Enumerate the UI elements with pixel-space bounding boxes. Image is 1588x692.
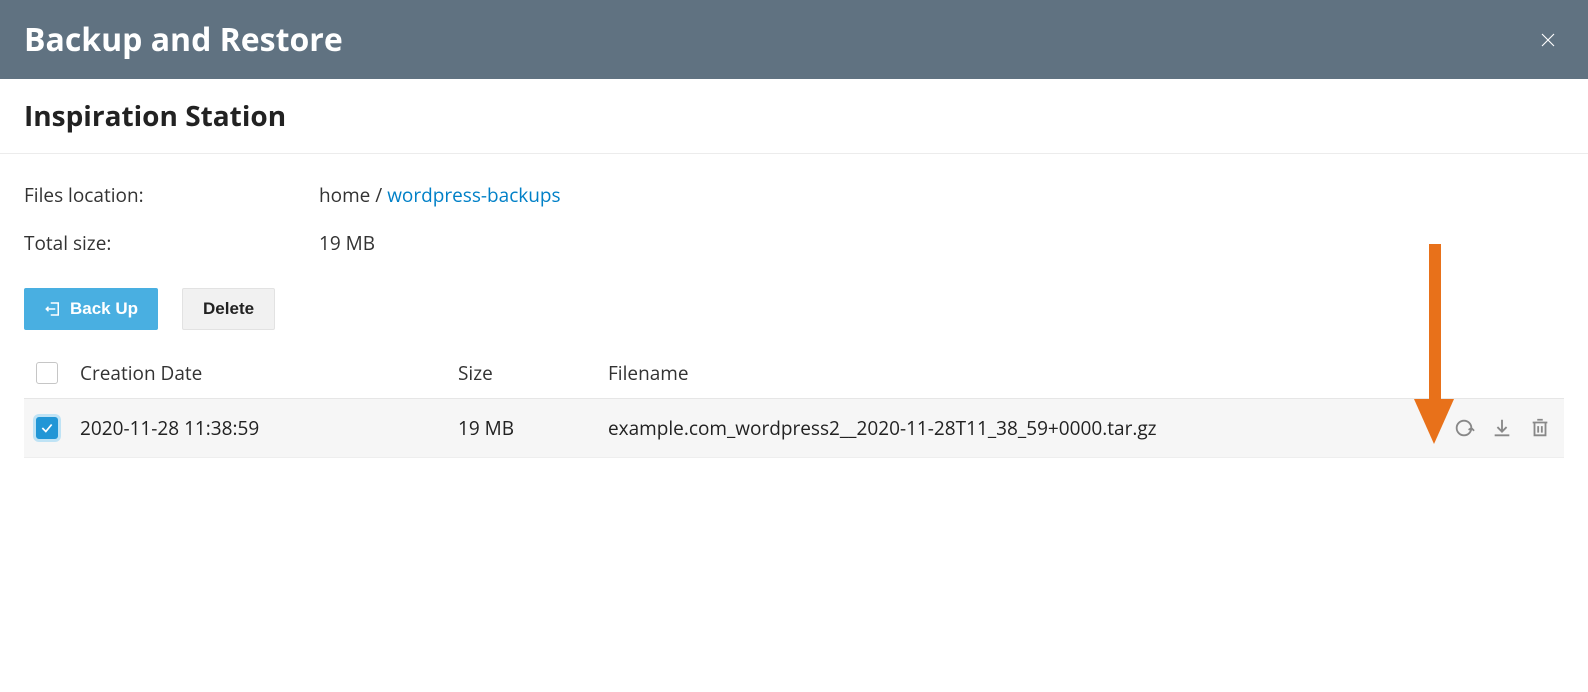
row-checkbox[interactable] xyxy=(36,417,58,439)
files-location-value: home / wordpress-backups xyxy=(319,182,561,208)
trash-icon xyxy=(1529,417,1551,439)
column-header-filename[interactable]: Filename xyxy=(608,360,1552,386)
download-button[interactable] xyxy=(1490,416,1514,440)
total-size-value: 19 MB xyxy=(319,230,375,256)
info-section: Files location: home / wordpress-backups… xyxy=(0,154,1588,288)
download-icon xyxy=(1491,417,1513,439)
row-date: 2020-11-28 11:38:59 xyxy=(80,415,458,441)
table-row: 2020-11-28 11:38:59 19 MB example.com_wo… xyxy=(24,399,1564,458)
action-buttons: Back Up Delete xyxy=(0,288,1588,348)
column-header-size[interactable]: Size xyxy=(458,360,608,386)
site-title: Inspiration Station xyxy=(24,97,1564,135)
close-button[interactable] xyxy=(1532,24,1564,56)
table-header: Creation Date Size Filename xyxy=(24,348,1564,399)
trash-button[interactable] xyxy=(1528,416,1552,440)
select-all-checkbox[interactable] xyxy=(36,362,58,384)
backup-button-label: Back Up xyxy=(70,299,138,319)
delete-button[interactable]: Delete xyxy=(182,288,275,330)
files-location-label: Files location: xyxy=(24,182,319,208)
breadcrumb-link[interactable]: wordpress-backups xyxy=(387,182,560,208)
restore-button[interactable] xyxy=(1452,416,1476,440)
sub-header: Inspiration Station xyxy=(0,79,1588,154)
row-size: 19 MB xyxy=(458,415,608,441)
check-icon xyxy=(40,421,54,435)
column-header-date[interactable]: Creation Date xyxy=(80,360,458,386)
close-icon xyxy=(1539,31,1557,49)
backup-table: Creation Date Size Filename 2020-11-28 1… xyxy=(0,348,1588,458)
breadcrumb-prefix: home / xyxy=(319,182,387,208)
backup-button[interactable]: Back Up xyxy=(24,288,158,330)
files-location-row: Files location: home / wordpress-backups xyxy=(24,182,1564,208)
modal-title: Backup and Restore xyxy=(24,18,343,61)
restore-icon xyxy=(1453,417,1475,439)
row-actions xyxy=(1412,416,1552,440)
total-size-label: Total size: xyxy=(24,230,319,256)
row-filename: example.com_wordpress2__2020-11-28T11_38… xyxy=(608,415,1412,441)
delete-button-label: Delete xyxy=(203,299,254,319)
total-size-row: Total size: 19 MB xyxy=(24,230,1564,256)
modal-header: Backup and Restore xyxy=(0,0,1588,79)
select-all-cell xyxy=(36,362,80,384)
backup-icon xyxy=(44,300,62,318)
row-check-cell xyxy=(36,417,80,439)
